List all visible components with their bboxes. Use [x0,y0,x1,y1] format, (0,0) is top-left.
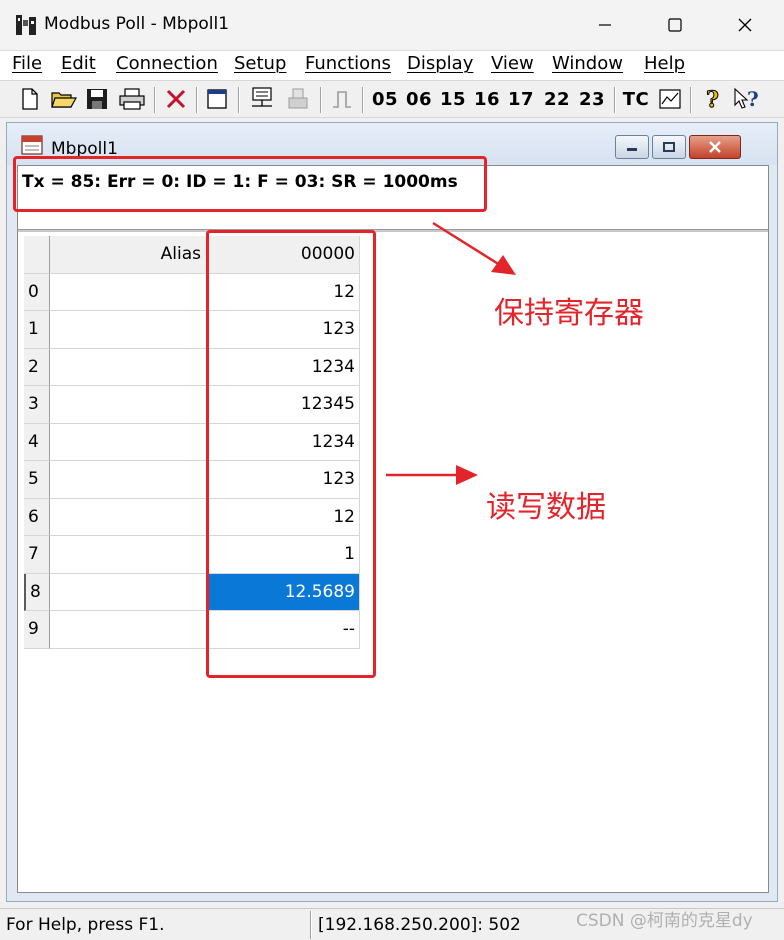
annotation-arrows [386,221,516,485]
holding-registers-label: 保持寄存器 [494,296,644,331]
status-divider [310,911,312,939]
read-write-data-label: 读写数据 [486,490,606,525]
help-hint: For Help, press F1. [6,915,165,935]
arrow-to-holding-registers [432,221,516,275]
arrow-to-read-write-data [386,465,478,485]
connection-status: [192.168.250.200]: 502 [318,915,521,935]
watermark: CSDN @柯南的克星dy [576,911,753,931]
